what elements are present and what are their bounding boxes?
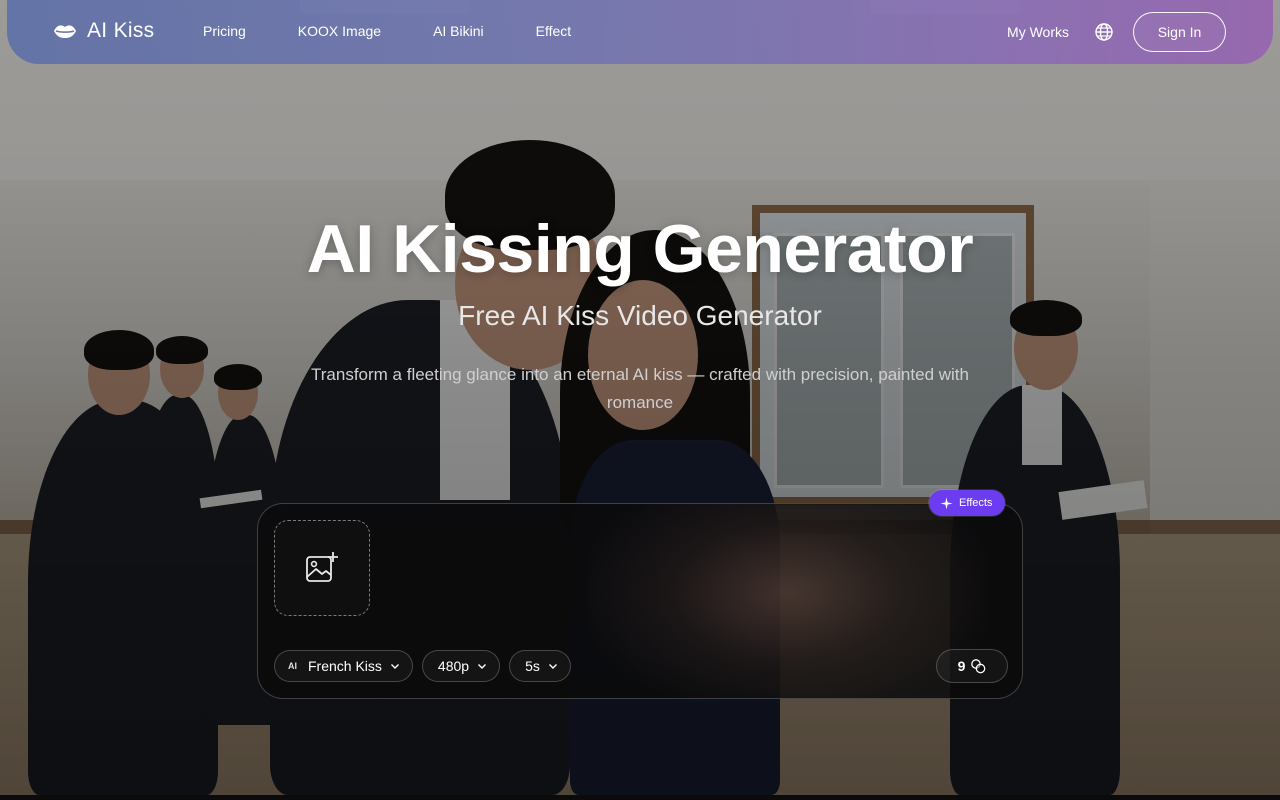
image-add-icon — [306, 552, 338, 582]
effects-button[interactable]: Effects — [929, 490, 1006, 516]
page-title: AI Kissing Generator — [306, 211, 974, 287]
my-works-link[interactable]: My Works — [1007, 24, 1069, 40]
chevron-down-icon — [548, 664, 557, 669]
nav-links: Pricing KOOX Image AI Bikini Effect — [203, 23, 623, 39]
globe-icon[interactable] — [1094, 22, 1114, 42]
nav-link-effect[interactable]: Effect — [536, 23, 572, 39]
duration-select[interactable]: 5s — [509, 650, 571, 682]
credits-value: 9 — [957, 658, 966, 674]
page-subtitle: Free AI Kiss Video Generator — [458, 300, 822, 331]
model-select[interactable]: AI French Kiss — [274, 650, 413, 682]
generator-controls: AI French Kiss 480p 5s — [274, 650, 571, 682]
blurred-preview — [588, 504, 988, 698]
chevron-down-icon — [478, 664, 487, 669]
generator-card: AI French Kiss 480p 5s 9 — [257, 503, 1023, 699]
bottom-strip — [0, 795, 1280, 800]
logo[interactable]: AI Kiss — [53, 19, 154, 43]
coins-icon — [971, 659, 986, 674]
nav-link-ai-bikini[interactable]: AI Bikini — [433, 23, 484, 39]
chevron-down-icon — [390, 664, 399, 669]
lips-icon — [54, 25, 76, 38]
top-nav: AI Kiss Pricing KOOX Image AI Bikini Eff… — [7, 0, 1273, 64]
nav-link-pricing[interactable]: Pricing — [203, 23, 246, 39]
resolution-select[interactable]: 480p — [421, 650, 501, 682]
ai-tag: AI — [288, 661, 297, 671]
sign-in-button[interactable]: Sign In — [1133, 12, 1226, 52]
duration-select-value: 5s — [525, 658, 540, 674]
nav-link-koox-image[interactable]: KOOX Image — [298, 23, 381, 39]
resolution-select-value: 480p — [437, 658, 470, 674]
nav-right: My Works Sign In — [1007, 12, 1226, 52]
effects-label: Effects — [959, 497, 993, 509]
generate-credits-button[interactable]: 9 — [936, 649, 1008, 683]
sparkle-icon — [940, 497, 953, 509]
model-select-value: French Kiss — [308, 658, 382, 674]
image-upload-dropzone[interactable] — [274, 520, 370, 616]
hero-description: Transform a fleeting glance into an eter… — [311, 365, 969, 412]
logo-text: AI Kiss — [87, 19, 155, 42]
